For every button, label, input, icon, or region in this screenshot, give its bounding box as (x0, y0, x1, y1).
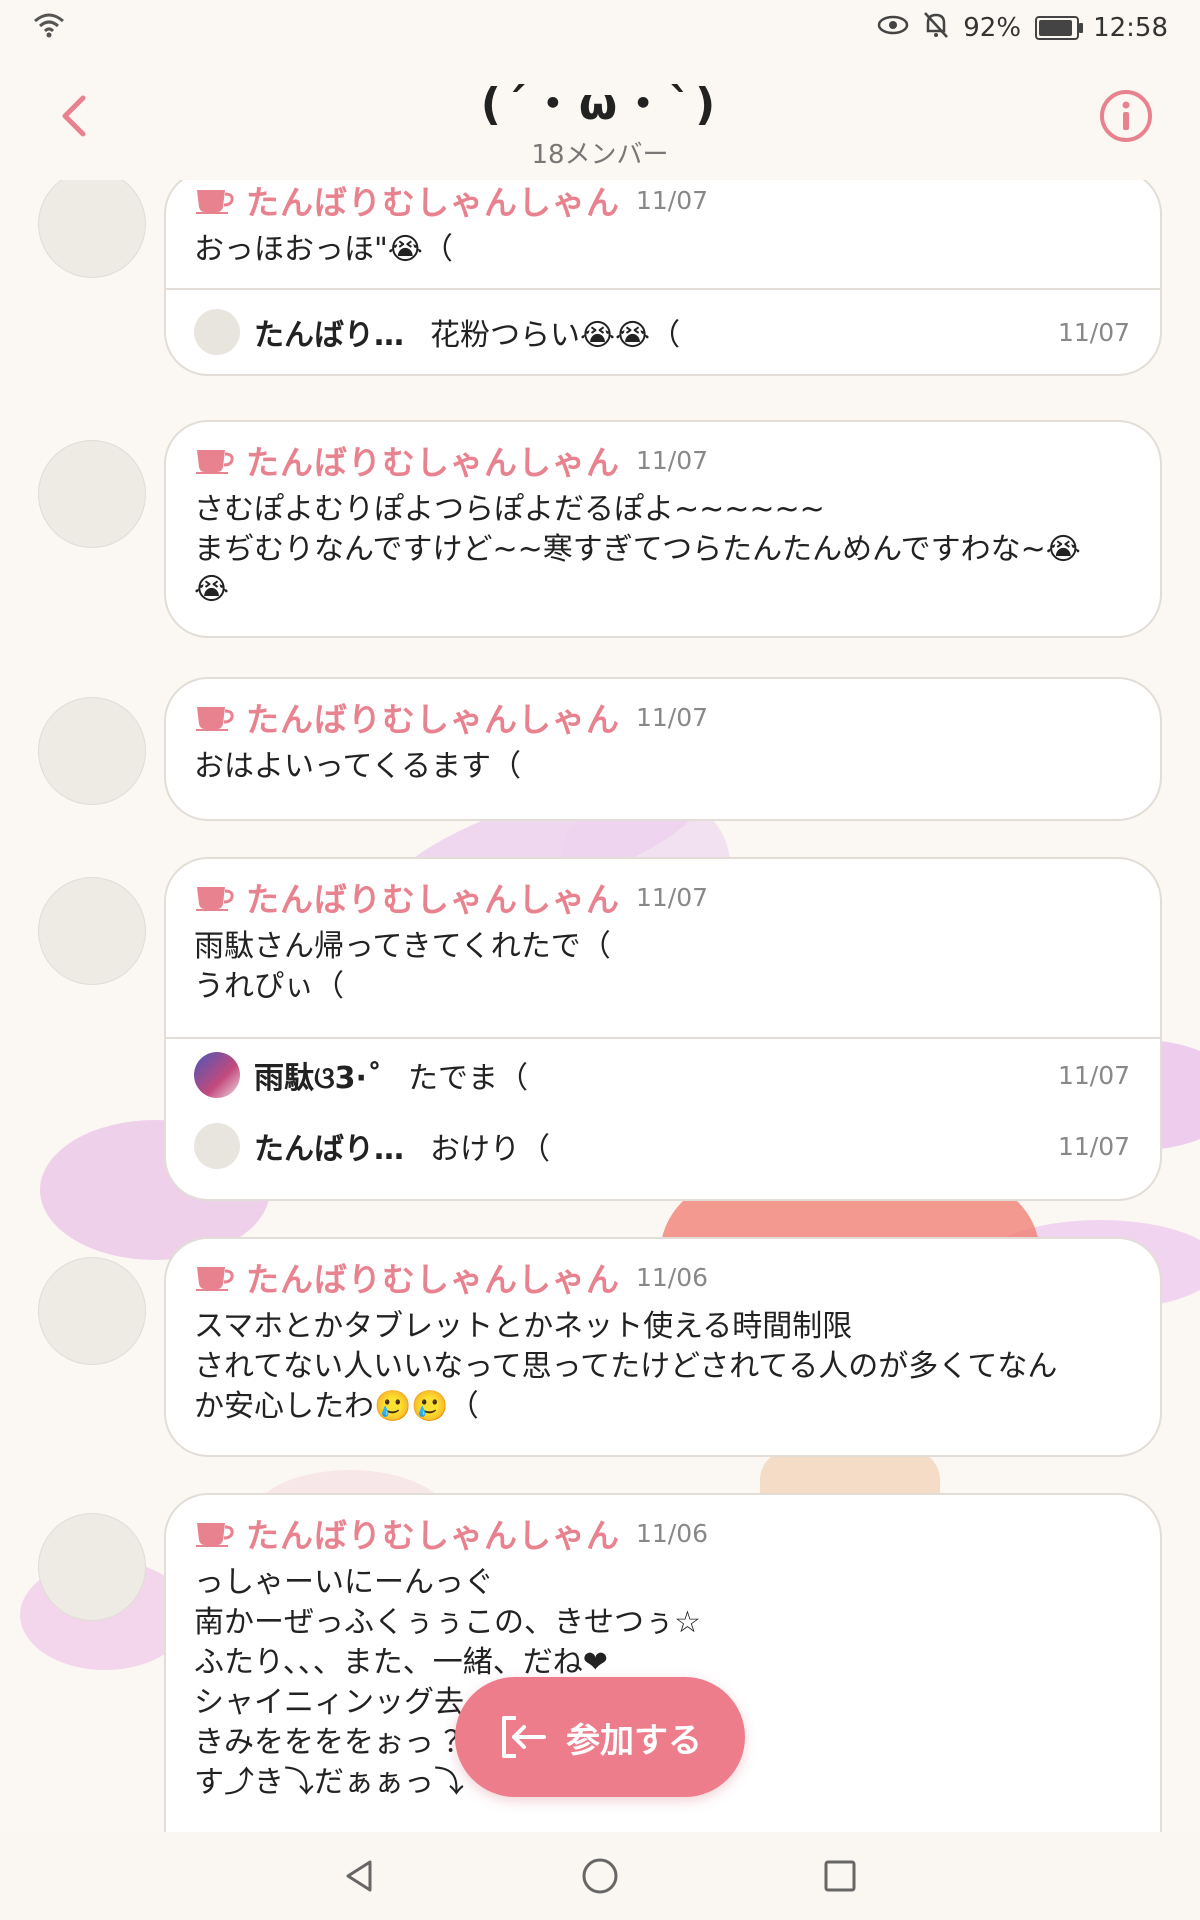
member-count: 18メンバー (531, 140, 669, 170)
cup-icon (196, 1523, 234, 1547)
reply-row[interactable]: 雨駄ଓ3·˚ たでま（ 11/07 (166, 1037, 1160, 1111)
clock: 12:58 (1093, 13, 1168, 43)
sender-name: たんばりむしゃんしゃん (246, 443, 620, 482)
wifi-icon (32, 11, 66, 46)
join-label: 参加する (566, 1720, 702, 1761)
message-bubble[interactable]: たんばりむしゃんしゃん 11/07 おっほおっほ"😭（ たんばり… 花粉つらい😭… (164, 180, 1162, 376)
message-list[interactable]: たんばりむしゃんしゃん 11/07 おっほおっほ"😭（ たんばり… 花粉つらい😭… (0, 180, 1200, 1832)
avatar[interactable] (38, 697, 146, 805)
message-text: スマホとかタブレットとかネット使える時間制限 されてない人いいなって思ってたけど… (194, 1309, 1058, 1424)
chat-header: (´・ω・`) 18メンバー (0, 56, 1200, 180)
reply-text: おけり（ (430, 1132, 550, 1167)
cup-icon (196, 450, 234, 474)
message-date: 11/07 (636, 445, 709, 475)
eye-icon (877, 13, 909, 43)
reply-name: 雨駄ଓ3·˚ (254, 1061, 382, 1096)
info-icon (1100, 90, 1152, 142)
battery-percent: 92% (963, 13, 1022, 43)
message-text: 雨駄さん帰ってきてくれたで（ うれぴぃ（ (194, 929, 611, 1004)
sender-name: たんばりむしゃんしゃん (246, 700, 620, 739)
message-date: 11/06 (636, 1262, 709, 1292)
message-date: 11/06 (636, 1518, 709, 1548)
reply-date: 11/07 (1057, 317, 1130, 347)
back-triangle-icon[interactable] (340, 1856, 380, 1896)
cup-icon (196, 1267, 234, 1291)
recents-square-icon[interactable] (820, 1856, 860, 1896)
reply-row[interactable]: たんばり… 花粉つらい😭😭（ 11/07 (166, 288, 1160, 374)
sender-name: たんばりむしゃんしゃん (246, 1260, 620, 1299)
bell-off-icon (923, 11, 949, 46)
message-bubble[interactable]: たんばりむしゃんしゃん 11/06 スマホとかタブレットとかネット使える時間制限… (164, 1237, 1162, 1457)
join-button[interactable]: 参加する (455, 1677, 745, 1797)
avatar[interactable] (38, 440, 146, 548)
reply-text: たでま（ (407, 1061, 528, 1096)
cup-icon (196, 887, 234, 911)
avatar[interactable] (38, 180, 146, 278)
reply-date: 11/07 (1057, 1060, 1130, 1090)
reply-avatar (194, 1123, 240, 1169)
message-bubble[interactable]: たんばりむしゃんしゃん 11/07 雨駄さん帰ってきてくれたで（ うれぴぃ（ 雨… (164, 857, 1162, 1201)
avatar[interactable] (38, 877, 146, 985)
avatar[interactable] (38, 1513, 146, 1621)
battery-icon (1035, 16, 1084, 40)
sender-name: たんばりむしゃんしゃん (246, 183, 620, 222)
message-bubble[interactable]: たんばりむしゃんしゃん 11/07 さむぽよむりぽよつらぽよだるぽよ~~~~~~… (164, 420, 1162, 638)
message-bubble[interactable]: たんばりむしゃんしゃん 11/07 おはよいってくるます（ (164, 677, 1162, 821)
avatar[interactable] (38, 1257, 146, 1365)
reply-date: 11/07 (1057, 1131, 1130, 1161)
message-text: さむぽよむりぽよつらぽよだるぽよ~~~~~~ まぢむりなんですけど~~寒すぎてつ… (194, 492, 1081, 607)
home-circle-icon[interactable] (580, 1856, 620, 1896)
reply-avatar (194, 309, 240, 355)
message-date: 11/07 (636, 882, 709, 912)
reply-name: たんばり… (254, 1132, 404, 1167)
cup-icon (196, 707, 234, 731)
sender-name: たんばりむしゃんしゃん (246, 1516, 620, 1555)
message-text: おはよいってくるます（ (194, 749, 521, 784)
message-text: おっほおっほ"😭（ (194, 232, 453, 267)
chat-title: (´・ω・`) (480, 79, 720, 130)
sender-name: たんばりむしゃんしゃん (246, 880, 620, 919)
reply-name: たんばり… (254, 318, 404, 353)
message-date: 11/07 (636, 185, 709, 215)
status-bar: 92% 12:58 (0, 0, 1200, 56)
system-nav-bar (0, 1832, 1200, 1920)
info-button[interactable] (1096, 86, 1156, 146)
reply-row[interactable]: たんばり… おけり（ 11/07 (166, 1111, 1160, 1181)
reply-text: 花粉つらい😭😭（ (430, 318, 681, 353)
reply-avatar (194, 1052, 240, 1098)
login-icon (502, 1716, 546, 1758)
cup-icon (196, 190, 234, 214)
message-date: 11/07 (636, 702, 709, 732)
